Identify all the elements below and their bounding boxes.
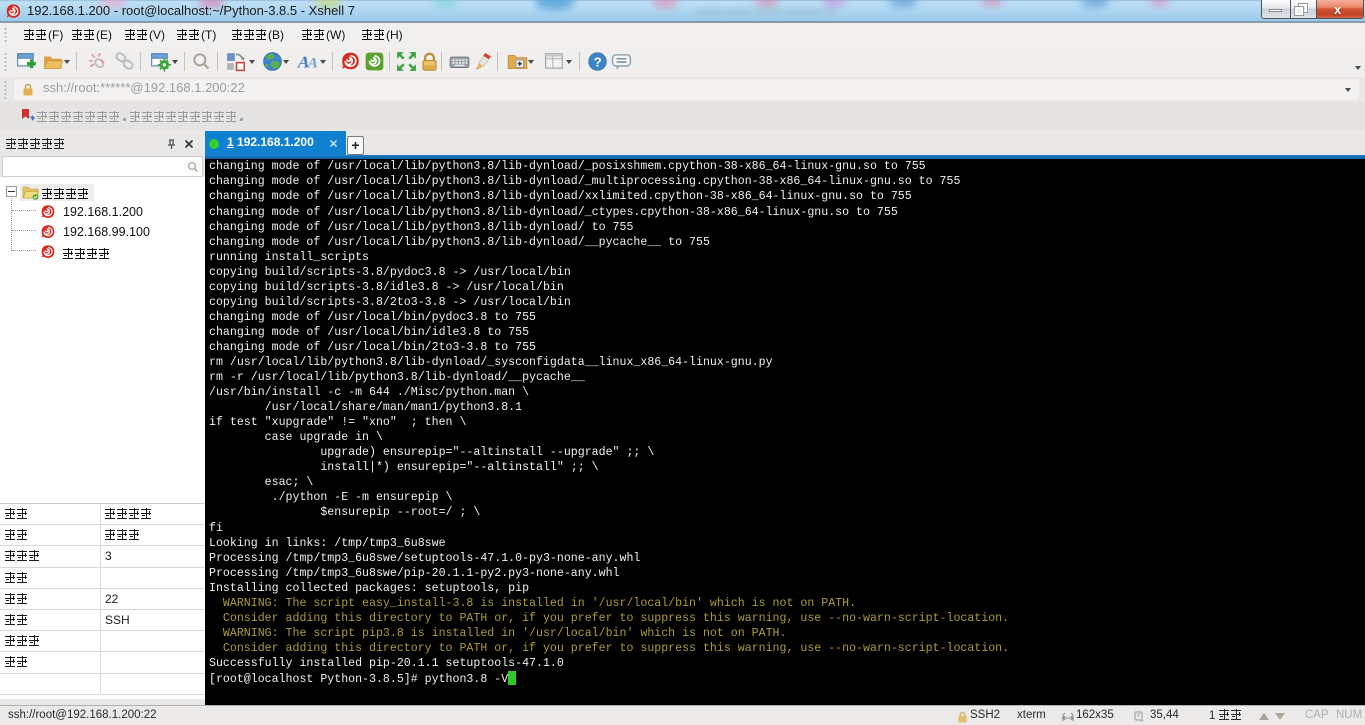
svg-text:?: ? <box>594 54 602 69</box>
svg-text:A: A <box>306 56 318 72</box>
